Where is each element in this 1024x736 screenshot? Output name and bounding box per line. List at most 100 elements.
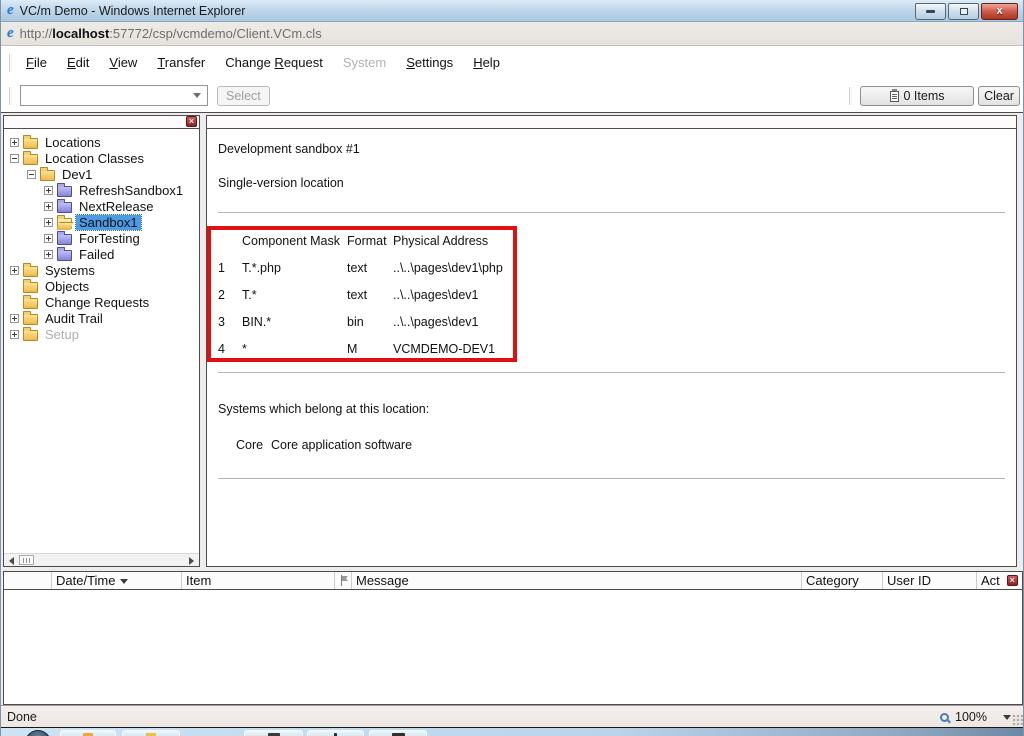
- item-combobox[interactable]: [20, 85, 208, 106]
- tree-item-locations[interactable]: Locations: [4, 134, 199, 150]
- menu-item-view[interactable]: View: [99, 52, 147, 73]
- minimize-button[interactable]: [915, 3, 946, 20]
- address-bar[interactable]: e http://localhost:57772/csp/vcmdemo/Cli…: [1, 22, 1024, 46]
- toolbar-grip[interactable]: [9, 87, 12, 105]
- folder-yellow-icon: [23, 314, 38, 325]
- close-log-icon[interactable]: [1007, 575, 1018, 586]
- folder-yellow-icon: [23, 266, 38, 277]
- expand-plus-icon[interactable]: [10, 266, 19, 275]
- resize-grip[interactable]: [1012, 714, 1024, 726]
- menu-item-system: System: [333, 52, 396, 73]
- mask-table-row: 3BIN.*bin..\..\pages\dev1: [218, 315, 593, 342]
- close-button[interactable]: x: [981, 3, 1018, 20]
- log-column-date-time[interactable]: Date/Time: [52, 572, 182, 589]
- menu-item-edit[interactable]: Edit: [57, 52, 99, 73]
- windows-taskbar[interactable]: [1, 727, 1024, 736]
- location-type: Single-version location: [218, 176, 344, 190]
- menu-item-change-request[interactable]: Change Request: [215, 52, 333, 73]
- toolbar-grip[interactable]: [849, 87, 852, 105]
- expand-plus-icon[interactable]: [44, 218, 53, 227]
- tree-horizontal-scrollbar[interactable]: [4, 553, 199, 566]
- system-name: Core: [236, 438, 271, 452]
- log-column-message[interactable]: Message: [352, 572, 802, 589]
- log-column-user-id[interactable]: User ID: [883, 572, 977, 589]
- title-bar[interactable]: e VC/m Demo - Windows Internet Explorer …: [1, 0, 1024, 22]
- folder-blue-icon: [57, 234, 72, 245]
- expand-plus-icon[interactable]: [10, 314, 19, 323]
- menu-item-transfer[interactable]: Transfer: [147, 52, 215, 73]
- log-column-flag[interactable]: [335, 572, 352, 589]
- chevron-down-icon[interactable]: [1003, 715, 1011, 720]
- scroll-left-icon[interactable]: [9, 557, 14, 565]
- toolbar-row: Select 0 Items Clear: [1, 79, 1024, 113]
- taskbar-button[interactable]: [244, 730, 303, 736]
- content-panel-header: [207, 116, 1016, 129]
- tree-item-systems[interactable]: Systems: [4, 262, 199, 278]
- taskbar-button[interactable]: [122, 730, 180, 736]
- systems-heading: Systems which belong at this location:: [218, 402, 429, 416]
- menu-bar: FileEditViewTransferChange RequestSystem…: [16, 52, 510, 73]
- expand-plus-icon[interactable]: [44, 250, 53, 259]
- tree-item-audit-trail[interactable]: Audit Trail: [4, 310, 199, 326]
- column-header-component-mask: Component Mask: [242, 234, 347, 248]
- tree-item-fortesting[interactable]: ForTesting: [4, 230, 199, 246]
- log-column-item[interactable]: Item: [182, 572, 335, 589]
- folder-blue-icon: [57, 202, 72, 213]
- log-header: Date/TimeItem MessageCategoryUser IDAct: [4, 572, 1022, 590]
- ie-logo-icon: e: [7, 25, 14, 42]
- select-button[interactable]: Select: [217, 86, 270, 106]
- tree-body: LocationsLocation ClassesDev1RefreshSand…: [4, 130, 199, 552]
- start-orb-icon[interactable]: [25, 730, 51, 736]
- tree-panel-header: [4, 116, 199, 129]
- taskbar-button[interactable]: [369, 730, 427, 736]
- tree-item-location-classes[interactable]: Location Classes: [4, 150, 199, 166]
- window-title: VC/m Demo - Windows Internet Explorer: [20, 4, 246, 18]
- folder-yellow-icon: [40, 170, 55, 181]
- expand-plus-icon[interactable]: [44, 186, 53, 195]
- system-row: CoreCore application software: [218, 438, 412, 452]
- taskbar-button[interactable]: [60, 730, 116, 736]
- toolbar-grip[interactable]: [9, 54, 12, 72]
- url-text: http://localhost:57772/csp/vcmdemo/Clien…: [20, 26, 322, 41]
- expand-plus-icon[interactable]: [44, 234, 53, 243]
- expand-plus-icon[interactable]: [10, 138, 19, 147]
- scrollbar-thumb[interactable]: [19, 555, 34, 565]
- mask-table-row: 2T.*text..\..\pages\dev1: [218, 288, 593, 315]
- sort-descending-icon: [120, 579, 128, 584]
- folder-yellow-icon: [23, 282, 38, 293]
- zoom-level[interactable]: 100%: [955, 710, 987, 724]
- collapse-minus-icon[interactable]: [10, 154, 19, 163]
- browser-window: e VC/m Demo - Windows Internet Explorer …: [0, 0, 1024, 736]
- close-panel-icon[interactable]: [186, 116, 197, 127]
- folder-yellow-icon: [23, 298, 38, 309]
- column-header-physical-address: Physical Address: [393, 234, 593, 248]
- magnifier-icon: [940, 713, 949, 722]
- scroll-right-icon[interactable]: [189, 557, 194, 565]
- menu-item-settings[interactable]: Settings: [396, 52, 463, 73]
- divider: [218, 372, 1005, 373]
- collapse-minus-icon[interactable]: [27, 170, 36, 179]
- menu-item-file[interactable]: File: [16, 52, 57, 73]
- tree-item-failed[interactable]: Failed: [4, 246, 199, 262]
- expand-plus-icon[interactable]: [10, 330, 19, 339]
- divider: [218, 212, 1005, 213]
- items-count-button[interactable]: 0 Items: [860, 86, 974, 106]
- menu-item-help[interactable]: Help: [463, 52, 510, 73]
- clear-button[interactable]: Clear: [978, 86, 1020, 106]
- log-column-category[interactable]: Category: [802, 572, 883, 589]
- minimize-icon: [926, 10, 935, 13]
- restore-button[interactable]: [948, 3, 979, 20]
- clipboard-icon: [890, 91, 899, 102]
- tree-item-refreshsandbox1[interactable]: RefreshSandbox1: [4, 182, 199, 198]
- log-column-blank[interactable]: [4, 572, 52, 589]
- expand-plus-icon[interactable]: [44, 202, 53, 211]
- systems-list: CoreCore application software: [218, 438, 412, 452]
- log-column-act[interactable]: Act: [977, 572, 1022, 589]
- tree-item-change-requests[interactable]: Change Requests: [4, 294, 199, 310]
- tree-item-setup[interactable]: Setup: [4, 326, 199, 342]
- tree-item-nextrelease[interactable]: NextRelease: [4, 198, 199, 214]
- tree-item-dev1[interactable]: Dev1: [4, 166, 199, 182]
- tree-item-sandbox1[interactable]: Sandbox1: [4, 214, 199, 230]
- taskbar-button[interactable]: [307, 730, 364, 736]
- tree-item-objects[interactable]: Objects: [4, 278, 199, 294]
